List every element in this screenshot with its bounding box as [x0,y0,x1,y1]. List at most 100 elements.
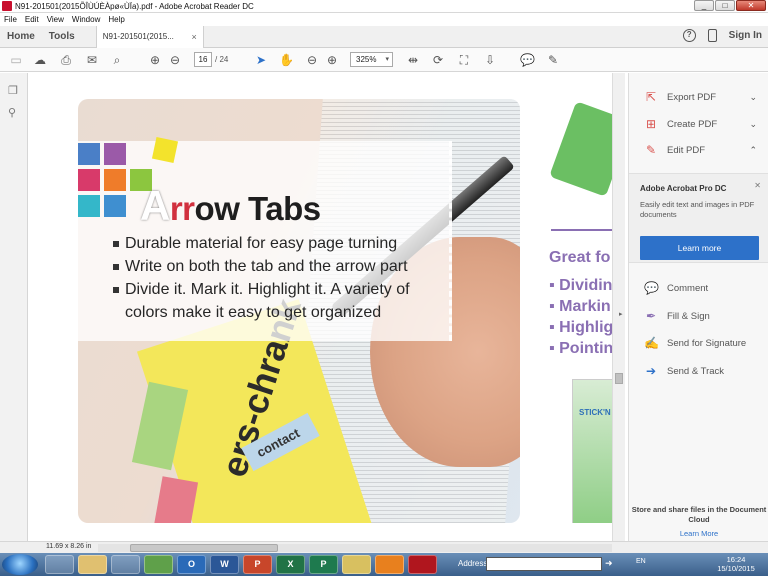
vertical-scroll-thumb[interactable] [615,373,623,384]
export-pdf-label: Export PDF [667,91,717,103]
send-track-item[interactable]: ➔ Send & Track [629,360,768,382]
full-screen-icon[interactable]: ⛶ [457,53,471,67]
green-sticky-image [549,101,612,197]
learn-more-link[interactable]: Learn More [629,529,768,538]
chevron-up-icon: ⌃ [749,144,757,155]
comment-icon: 💬 [644,281,659,295]
page-thumbnails-icon[interactable]: ❐ [8,85,20,98]
fill-sign-icon: ✒ [645,309,657,323]
maximize-button[interactable]: □ [715,0,735,11]
fill-sign-item[interactable]: ✒ Fill & Sign [629,305,768,327]
document-cloud-text: Store and share files in the Document Cl… [631,505,767,524]
close-tab-icon[interactable]: × [191,32,196,42]
acrobat-window: N91-201501(2015ÕÎÙÚÈÀpø«ÙÏa).pdf - Adobe… [0,0,768,576]
clock-time: 16:24 [726,555,746,564]
status-bar: 11.69 x 8.26 in [0,541,768,553]
highlight-pen-icon[interactable]: ✎ [546,53,560,67]
tools-pane: ⇱ Export PDF ⌄ ⊞ Create PDF ⌄ ✎ Edit PDF… [628,73,768,541]
zoom-select[interactable]: 325% ▾ [350,52,393,67]
edit-pdf-label: Edit PDF [667,144,706,156]
vertical-scrollbar[interactable] [612,73,625,541]
zoom-in-icon[interactable]: ⊕ [325,53,339,67]
rotate-icon[interactable]: ⟳ [431,53,445,67]
create-pdf-item[interactable]: ⊞ Create PDF ⌄ [629,113,768,135]
logo-square-pink [78,169,100,191]
windows-taskbar: O W P X P Address ➜ EN 16:24 15/10/2015 [0,553,768,576]
language-indicator[interactable]: EN [636,558,646,565]
taskbar-outlook[interactable]: O [177,555,206,574]
menu-edit[interactable]: Edit [25,15,39,24]
taskbar-notes[interactable] [342,555,371,574]
horizontal-scroll-thumb[interactable] [130,544,278,552]
tab-tools[interactable]: Tools [42,31,82,42]
taskbar-explorer[interactable] [45,555,74,574]
upload-cloud-icon[interactable]: ☁ [33,53,47,67]
export-pdf-item[interactable]: ⇱ Export PDF ⌄ [629,86,768,108]
bullet-item: Durable material for easy page turning [113,232,410,255]
menu-window[interactable]: Window [72,15,100,24]
address-input[interactable] [486,557,602,571]
email-icon[interactable]: ✉ [85,53,99,67]
menu-bar: File Edit View Window Help [0,13,768,26]
pdf-page-right: Great fo ▪ Dividin ▪ Markin ▪ Highlig ▪ … [547,99,612,523]
start-button[interactable] [2,554,38,575]
dismiss-promo-icon[interactable]: ✕ [754,181,761,190]
taskbar-acrobat[interactable] [408,555,437,574]
zoom-out-icon[interactable]: ⊖ [305,53,319,67]
create-pdf-icon: ⊞ [645,117,657,131]
mobile-link-icon[interactable] [707,29,717,42]
logo-square-yellow [151,136,179,164]
tab-home[interactable]: Home [0,31,42,42]
comment-tool-icon[interactable]: 💬 [520,53,535,67]
title-bar: N91-201501(2015ÕÎÙÚÈÀpø«ÙÏa).pdf - Adobe… [0,0,768,13]
export-pdf-icon: ⇱ [645,90,657,104]
taskbar-powerpoint[interactable]: P [243,555,272,574]
toolbar: ▭ ☁ ⎙ ✉ ⌕ ⊕ ⊖ 16 / 24 ➤ ✋ ⊖ ⊕ 325% ▾ ⇹ ⟳… [0,48,768,72]
horizontal-scrollbar[interactable] [98,544,612,552]
document-viewer[interactable]: ers-chrank contact Arrow Tabs Durable ma… [29,73,612,541]
learn-more-button[interactable]: Learn more [640,236,759,260]
page-total: / 24 [215,55,229,64]
print-icon[interactable]: ⎙ [59,53,73,67]
taskbar-publisher[interactable]: P [309,555,338,574]
close-button[interactable]: ✕ [736,0,766,11]
comment-item[interactable]: 💬 Comment [629,277,768,299]
read-mode-icon[interactable]: ⇩ [483,53,497,67]
fit-width-icon[interactable]: ⇹ [406,53,420,67]
sign-in-button[interactable]: Sign In [729,30,762,41]
select-tool-icon[interactable]: ➤ [254,53,268,67]
title-rest: ow Tabs [194,190,322,227]
collapse-panel-icon[interactable]: ▸ [619,310,623,318]
bullet-text: Divide it. Mark it. Highlight it. A vari… [125,281,410,298]
attachments-icon[interactable]: ⚲ [8,107,20,120]
help-icon[interactable]: ? [682,29,696,42]
edit-pdf-item[interactable]: ✎ Edit PDF ⌃ [629,139,768,161]
send-signature-item[interactable]: ✍ Send for Signature [629,332,768,354]
system-clock[interactable]: 16:24 15/10/2015 [706,555,766,573]
go-arrow-icon[interactable]: ➜ [605,558,613,569]
send-signature-icon: ✍ [644,336,659,350]
menu-file[interactable]: File [4,15,17,24]
taskbar-word[interactable]: W [210,555,239,574]
hand-tool-icon[interactable]: ✋ [279,53,294,67]
page-number-input[interactable]: 16 [194,52,212,67]
minimize-button[interactable]: _ [694,0,714,11]
taskbar-excel[interactable]: X [276,555,305,574]
zoom-value: 325% [356,55,377,64]
title-first-letter: A [140,182,170,229]
taskbar-firefox[interactable] [375,555,404,574]
menu-help[interactable]: Help [108,15,124,24]
menu-view[interactable]: View [47,15,64,24]
taskbar-app-green[interactable] [144,555,173,574]
save-icon[interactable]: ▭ [9,53,23,67]
taskbar-tool[interactable] [111,555,140,574]
previous-page-icon[interactable]: ⊕ [148,53,162,67]
taskbar-folder[interactable] [78,555,107,574]
bullet-text: Durable material for easy page turning [125,235,398,252]
tab-document[interactable]: N91-201501(2015... × [95,25,204,48]
fill-sign-label: Fill & Sign [667,310,710,322]
search-icon[interactable]: ⌕ [110,53,124,67]
arrow-tabs-title: Arrow Tabs [140,182,321,230]
next-page-icon[interactable]: ⊖ [168,53,182,67]
tab-row: Home Tools N91-201501(2015... × ? Sign I… [0,25,768,48]
